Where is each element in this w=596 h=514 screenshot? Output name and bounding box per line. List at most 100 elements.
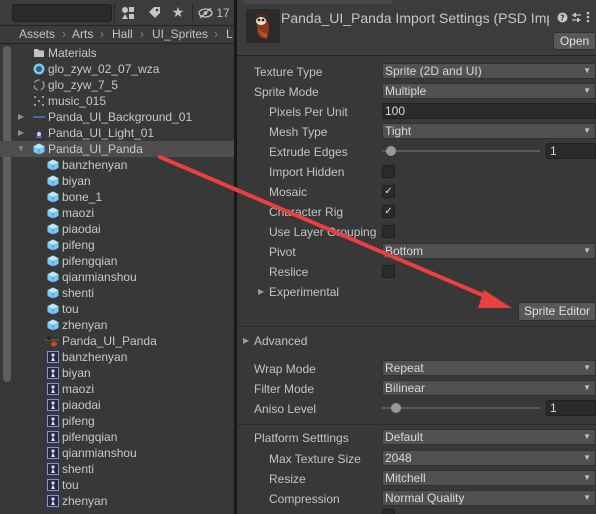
hidden-packages-eye-icon[interactable]: [197, 4, 213, 22]
project-tree-item[interactable]: ▶ Panda_UI_Light_01: [0, 125, 234, 141]
project-tree-item[interactable]: pifeng: [0, 237, 234, 253]
breadcrumb-item[interactable]: Arts: [72, 26, 93, 43]
context-menu-kebab-icon[interactable]: [586, 9, 590, 27]
dropdown-caret-icon: ▼: [583, 432, 591, 441]
sprite-cube-icon: [47, 191, 59, 203]
project-tree-item[interactable]: zhenyan: [0, 493, 234, 509]
project-tree-item[interactable]: qianmianshou: [0, 269, 234, 285]
help-icon[interactable]: ?: [557, 9, 568, 27]
platform-settings-dropdown[interactable]: Default ▼: [382, 429, 596, 445]
partial-checkbox[interactable]: [382, 509, 395, 514]
project-tree-item[interactable]: glo_zyw_7_5: [0, 77, 234, 93]
project-tree-item[interactable]: shenti: [0, 285, 234, 301]
extrude-edges-slider[interactable]: [382, 143, 540, 159]
project-search-field[interactable]: [12, 4, 112, 22]
collapsed-arrow-icon[interactable]: ▶: [18, 125, 28, 141]
psd-texture-icon: [33, 111, 45, 123]
bone-sprite-icon: [47, 495, 59, 507]
filter-by-type-icon[interactable]: [120, 4, 136, 22]
presets-sliders-icon[interactable]: [571, 9, 582, 27]
advanced-foldout[interactable]: Advanced: [254, 333, 307, 349]
project-tree-item[interactable]: maozi: [0, 381, 234, 397]
project-tree-item[interactable]: biyan: [0, 173, 234, 189]
project-tree-item[interactable]: banzhenyan: [0, 157, 234, 173]
slider-knob[interactable]: [391, 403, 401, 413]
project-tree-item[interactable]: bone_1: [0, 189, 234, 205]
project-tree-item[interactable]: pifengqian: [0, 253, 234, 269]
use-layer-grouping-checkbox[interactable]: [382, 225, 395, 238]
slider-knob[interactable]: [386, 146, 396, 156]
project-tree-item[interactable]: zhenyan: [0, 317, 234, 333]
breadcrumb-item[interactable]: Hall: [112, 26, 133, 43]
project-tree-item[interactable]: banzhenyan: [0, 349, 234, 365]
filter-mode-dropdown[interactable]: Bilinear ▼: [382, 380, 596, 396]
project-tree-item[interactable]: maozi: [0, 205, 234, 221]
use-layer-grouping-label: Use Layer Grouping: [269, 225, 377, 239]
project-tree-item[interactable]: Panda_UI_Panda: [0, 333, 234, 349]
inspector-title: Panda_UI_Panda Import Settings (PSD Impo: [281, 10, 549, 26]
sprite-cube-icon: [47, 175, 59, 187]
experimental-foldout-arrow-icon[interactable]: ▶: [258, 284, 264, 300]
project-tree-item[interactable]: piaodai: [0, 221, 234, 237]
max-texture-size-value: 2048: [385, 451, 412, 465]
project-tree-item-label: banzhenyan: [62, 158, 128, 172]
expanded-arrow-icon[interactable]: ▼: [17, 141, 27, 157]
dropdown-caret-icon: ▼: [583, 473, 591, 482]
project-tree-item-label: tou: [62, 302, 79, 316]
slider-track: [382, 150, 540, 152]
breadcrumb-item[interactable]: Assets: [19, 26, 55, 43]
project-tree-item[interactable]: pifengqian: [0, 429, 234, 445]
project-tree-item[interactable]: biyan: [0, 365, 234, 381]
extrude-edges-field[interactable]: 1: [546, 143, 596, 159]
project-tree-item[interactable]: piaodai: [0, 397, 234, 413]
experimental-foldout[interactable]: Experimental: [269, 284, 339, 300]
project-tree-item[interactable]: shenti: [0, 461, 234, 477]
open-button[interactable]: Open: [553, 32, 596, 50]
collapsed-arrow-icon[interactable]: ▶: [18, 109, 28, 125]
breadcrumb-item[interactable]: L: [226, 26, 233, 43]
asset-thumbnail: [246, 9, 280, 43]
favorites-star-icon[interactable]: ★: [170, 4, 186, 22]
project-tree-item-label: shenti: [62, 286, 95, 300]
import-hidden-checkbox[interactable]: [382, 165, 395, 178]
resize-label: Resize: [269, 472, 306, 486]
project-tree-item[interactable]: ▼ Panda_UI_Panda: [0, 141, 234, 157]
character-rig-checkbox[interactable]: ✓: [382, 205, 395, 218]
project-tree-item[interactable]: Materials: [0, 45, 234, 61]
aniso-level-slider[interactable]: [382, 400, 540, 416]
project-tree-item[interactable]: music_015: [0, 93, 234, 109]
bone-sprite-icon: [47, 479, 59, 491]
breadcrumb-item[interactable]: UI_Sprites: [152, 26, 208, 43]
compression-dropdown[interactable]: Normal Quality ▼: [382, 490, 596, 506]
resize-dropdown[interactable]: Mitchell ▼: [382, 470, 596, 486]
breadcrumb-separator: ›: [100, 27, 104, 41]
texture-type-dropdown[interactable]: Sprite (2D and UI) ▼: [382, 63, 596, 79]
sprite-mode-dropdown[interactable]: Multiple ▼: [382, 83, 596, 99]
project-tree-item[interactable]: glo_zyw_02_07_wza: [0, 61, 234, 77]
wrap-mode-dropdown[interactable]: Repeat ▼: [382, 360, 596, 376]
project-tree-item[interactable]: tou: [0, 301, 234, 317]
pixels-per-unit-field[interactable]: 100: [382, 103, 596, 119]
max-texture-size-dropdown[interactable]: 2048 ▼: [382, 450, 596, 466]
aniso-level-field[interactable]: 1: [546, 400, 596, 416]
mesh-type-dropdown[interactable]: Tight ▼: [382, 123, 596, 139]
pivot-dropdown[interactable]: Bottom ▼: [382, 243, 596, 259]
project-tree-item[interactable]: pifeng: [0, 413, 234, 429]
filter-by-label-icon[interactable]: [146, 4, 162, 22]
project-tree-item[interactable]: qianmianshou: [0, 445, 234, 461]
pivot-label: Pivot: [269, 245, 296, 259]
bone-sprite-icon: [47, 463, 59, 475]
reslice-checkbox[interactable]: [382, 265, 395, 278]
dropdown-caret-icon: ▼: [583, 246, 591, 255]
project-tree-item[interactable]: ▶ Panda_UI_Background_01: [0, 109, 234, 125]
project-tree-item-label: Panda_UI_Panda: [62, 334, 157, 348]
mosaic-checkbox[interactable]: ✓: [382, 185, 395, 198]
hidden-packages-count: 17: [216, 6, 230, 20]
dropdown-caret-icon: ▼: [583, 86, 591, 95]
breadcrumb-separator: ›: [62, 27, 66, 41]
prefab-panda-icon: [45, 335, 59, 347]
project-tree-item[interactable]: tou: [0, 477, 234, 493]
advanced-foldout-arrow-icon[interactable]: ▶: [243, 333, 249, 349]
wrap-mode-label: Wrap Mode: [254, 362, 316, 376]
sprite-editor-button[interactable]: Sprite Editor: [518, 302, 596, 321]
